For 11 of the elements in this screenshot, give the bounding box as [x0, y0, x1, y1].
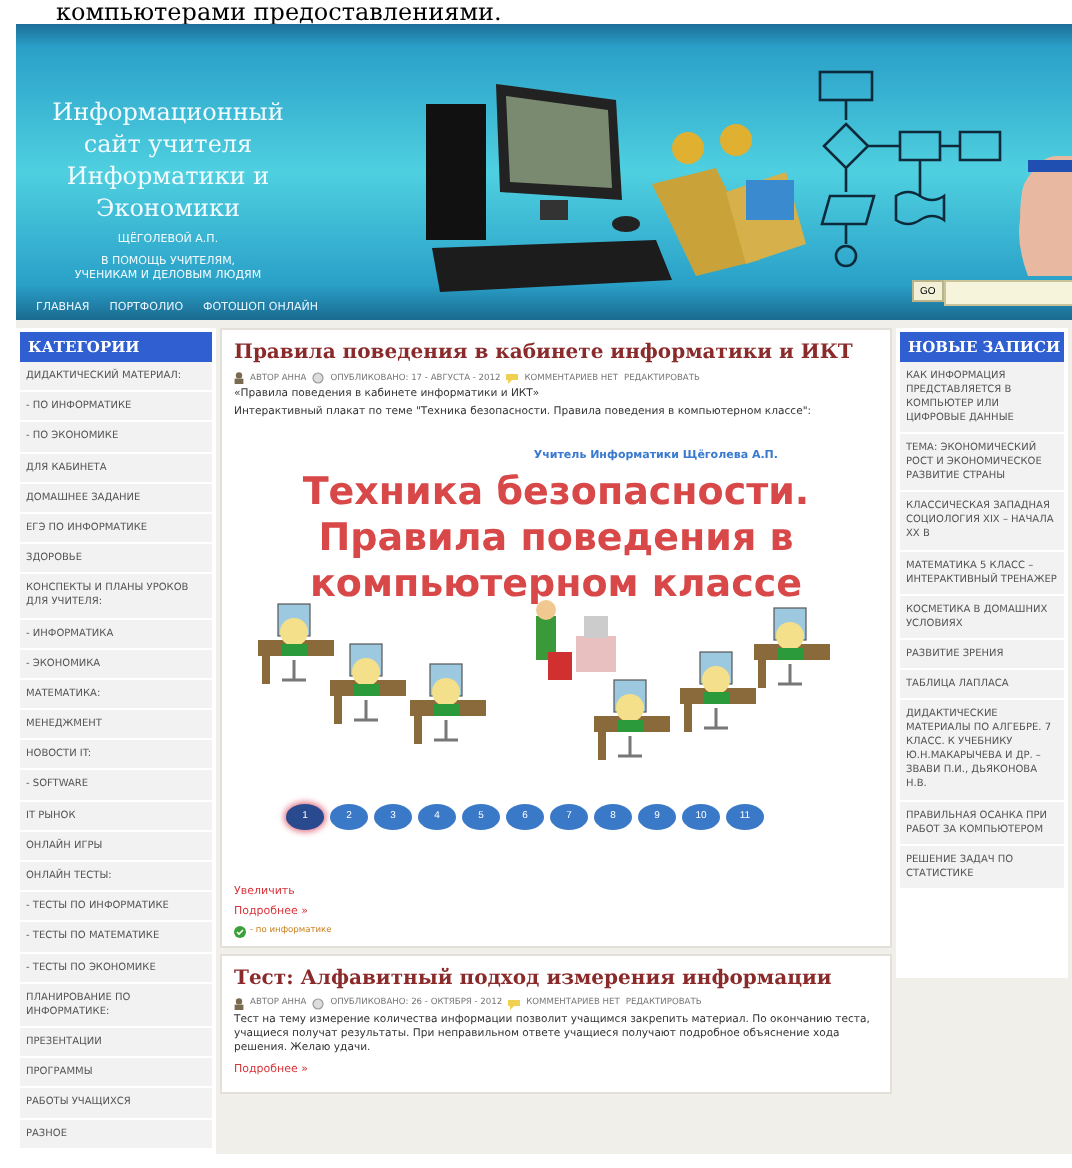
speech-bubble-icon: [506, 372, 519, 384]
user-icon: [234, 372, 244, 384]
user-icon: [234, 997, 244, 1010]
search-field[interactable]: [943, 280, 1072, 306]
post-title[interactable]: Правила поведения в кабинете информатики и ИКТ: [234, 340, 878, 366]
document-caption: компьютерами предоставлениями.: [56, 0, 502, 24]
site-title: Информационный сайт учителя Информатики и Экономики: [50, 96, 286, 224]
post-title[interactable]: Тест: Алфавитный подход измерения информации: [234, 965, 878, 992]
checkmark-icon: [234, 925, 246, 938]
speech-bubble-icon: [508, 997, 521, 1010]
poster-heading: Техника безопасности. Правила поведения в компьютерном классе: [300, 469, 812, 608]
